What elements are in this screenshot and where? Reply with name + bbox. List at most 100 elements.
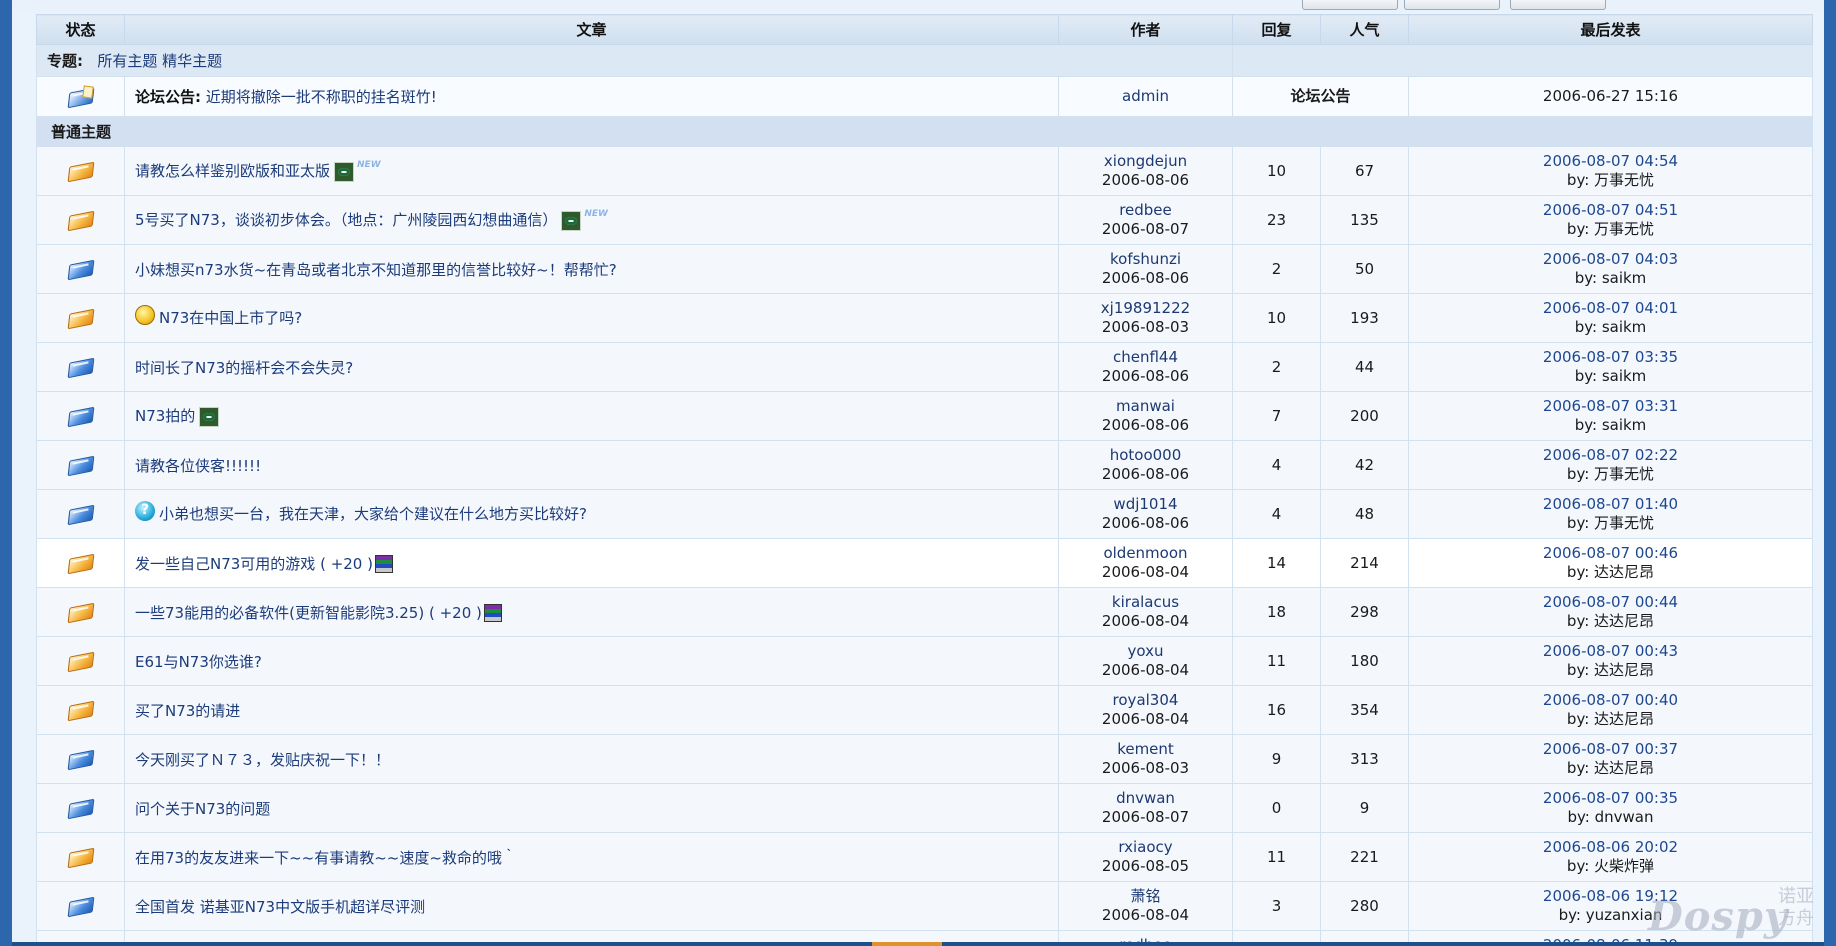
topic-author[interactable]: xiongdejun (1059, 152, 1232, 171)
topic-row[interactable]: 请教各位侠客!!!!!! hotoo000 2006-08-06 4 42 2006-08… (36, 440, 1813, 490)
hot-topic-icon (66, 649, 96, 673)
topic-author[interactable]: kofshunzi (1059, 250, 1232, 269)
last-post-date-link[interactable]: 2006-08-07 00:37 (1409, 740, 1812, 759)
category-label: 专题: (47, 52, 83, 70)
topic-row[interactable]: 全国首发 诺基亚N73中文版手机超详尽评测 萧铭 2006-08-04 3 280 200… (36, 881, 1813, 931)
topic-replies: 18 (1232, 587, 1321, 637)
topic-author[interactable]: wdj1014 (1059, 495, 1232, 514)
topic-row[interactable]: 发一些自己N73可用的游戏 ( +20 ) oldenmoon 2006-08-04… (36, 538, 1813, 588)
topic-author[interactable]: hotoo000 (1059, 446, 1232, 465)
announcement-row[interactable]: 论坛公告: 近期将撤除一批不称职的挂名斑竹! admin 论坛公告 2006-0… (36, 76, 1813, 117)
topic-row[interactable]: 买了N73的请进 royal304 2006-08-04 16 354 2006-08-0… (36, 685, 1813, 735)
last-post-date-link[interactable]: 2006-08-07 01:40 (1409, 495, 1812, 514)
topic-row[interactable]: ? 小弟也想买一台，我在天津，大家给个建议在什么地方买比较好? wdj1014 200… (36, 489, 1813, 539)
topic-icon (66, 796, 96, 820)
all-topics-link[interactable]: 所有主题 (97, 52, 157, 70)
last-post-date-link[interactable]: 2006-08-07 03:35 (1409, 348, 1812, 367)
topic-author[interactable]: chenfl44 (1059, 348, 1232, 367)
topic-author-date: 2006-08-04 (1101, 710, 1190, 728)
topic-title-link[interactable]: 买了N73的请进 (135, 702, 240, 720)
announcement-title-link[interactable]: 近期将撤除一批不称职的挂名斑竹! (206, 88, 437, 106)
topic-title-link[interactable]: N73拍的 (135, 407, 195, 425)
topic-title-link[interactable]: 小弟也想买一台，我在天津，大家给个建议在什么地方买比较好? (159, 505, 587, 523)
last-post-date-link[interactable]: 2006-08-07 04:51 (1409, 201, 1812, 220)
last-post-date-link[interactable]: 2006-08-07 04:03 (1409, 250, 1812, 269)
last-post-date-link[interactable]: 2006-08-07 00:43 (1409, 642, 1812, 661)
last-post-date-link[interactable]: 2006-08-06 20:02 (1409, 838, 1812, 857)
topic-views: 50 (1320, 244, 1409, 294)
topic-author[interactable]: redbee (1059, 201, 1232, 220)
last-post-date-link[interactable]: 2006-08-07 00:40 (1409, 691, 1812, 710)
announcement-envelope-icon (66, 84, 96, 109)
topic-author[interactable]: oldenmoon (1059, 544, 1232, 563)
col-article: 文章 (124, 14, 1059, 45)
topic-author[interactable]: xj19891222 (1059, 299, 1232, 318)
topic-author-date: 2006-08-06 (1101, 416, 1190, 434)
topic-title-link[interactable]: 问个关于N73的问题 (135, 800, 270, 818)
topic-views: 67 (1320, 146, 1409, 196)
topic-row[interactable]: N73拍的 manwai 2006-08-06 7 200 2006-08-07 03:3… (36, 391, 1813, 441)
last-post-by: by: saikm (1574, 269, 1647, 287)
last-post-date-link[interactable]: 2006-08-07 04:54 (1409, 152, 1812, 171)
topic-title-link[interactable]: 请教怎么样鉴别欧版和亚太版 (135, 162, 330, 180)
topic-row[interactable]: 今天刚买了Ｎ７３，发贴庆祝一下！！ kement 2006-08-03 9 313 200… (36, 734, 1813, 784)
topic-title-link[interactable]: N73在中国上市了吗? (159, 309, 302, 327)
topic-author-date: 2006-08-06 (1101, 465, 1190, 483)
topic-title-link[interactable]: 小妹想买n73水货~在青岛或者北京不知道那里的信誉比较好~！帮帮忙? (135, 261, 617, 279)
topic-title-link[interactable]: 时间长了N73的摇杆会不会失灵? (135, 359, 353, 377)
topic-author[interactable]: 萧铭 (1059, 887, 1232, 906)
watermark-main: Dospy (1648, 893, 1789, 940)
last-post-by: by: 达达尼昂 (1566, 612, 1655, 630)
topic-row[interactable]: 时间长了N73的摇杆会不会失灵? chenfl44 2006-08-06 2 44 200… (36, 342, 1813, 392)
new-poll-button[interactable] (1404, 0, 1500, 10)
topic-row[interactable]: 在用73的友友进来一下~~有事请教~~速度~救命的哦｀ rxiaocy 2006-0… (36, 832, 1813, 882)
topic-title-link[interactable]: 在用73的友友进来一下~~有事请教~~速度~救命的哦｀ (135, 849, 517, 867)
topic-icon (66, 747, 96, 771)
topic-row[interactable]: 问个关于N73的问题 dnvwan 2006-08-07 0 9 2006-08-07 0… (36, 783, 1813, 833)
topic-title-link[interactable]: 请教各位侠客!!!!!! (135, 457, 261, 475)
announcement-author[interactable]: admin (1058, 76, 1233, 117)
topic-row[interactable]: 小妹想买n73水货~在青岛或者北京不知道那里的信誉比较好~！帮帮忙? kofshu… (36, 244, 1813, 294)
topic-title-link[interactable]: 一些73能用的必备软件(更新智能影院3.25) ( +20 ) (135, 604, 482, 622)
topic-views: 42 (1320, 440, 1409, 490)
last-post-date-link[interactable]: 2006-08-07 00:44 (1409, 593, 1812, 612)
announcement-label: 论坛公告: (135, 88, 201, 106)
last-post-by: by: saikm (1574, 367, 1647, 385)
col-last-post: 最后发表 (1408, 14, 1813, 45)
last-post-date-link[interactable]: 2006-08-07 02:22 (1409, 446, 1812, 465)
topic-replies: 10 (1232, 293, 1321, 343)
topic-author[interactable]: kement (1059, 740, 1232, 759)
last-post-date-link[interactable]: 2006-08-07 00:46 (1409, 544, 1812, 563)
section-row: 普通主题 (36, 116, 1813, 147)
topic-row[interactable]: N73在中国上市了吗? xj19891222 2006-08-03 10 193 2006… (36, 293, 1813, 343)
topic-views: 298 (1320, 587, 1409, 637)
featured-topics-link[interactable]: 精华主题 (162, 52, 222, 70)
topic-row[interactable]: E61与N73你选谁? yoxu 2006-08-04 11 180 2006-08-07… (36, 636, 1813, 686)
new-topic-button[interactable] (1302, 0, 1398, 10)
topic-author-date: 2006-08-05 (1101, 857, 1190, 875)
topic-author[interactable]: manwai (1059, 397, 1232, 416)
topic-title-link[interactable]: 发一些自己N73可用的游戏 ( +20 ) (135, 555, 373, 573)
topic-row[interactable]: 请教怎么样鉴别欧版和亚太版 NEW xiongdejun 2006-08-06 10 67… (36, 146, 1813, 196)
last-post-date-link[interactable]: 2006-08-07 03:31 (1409, 397, 1812, 416)
topic-title-link[interactable]: 今天刚买了Ｎ７３，发贴庆祝一下！！ (135, 751, 390, 769)
topic-title-link[interactable]: 全国首发 诺基亚N73中文版手机超详尽评测 (135, 898, 425, 916)
topic-title-link[interactable]: 5号买了N73，谈谈初步体会。（地点：广州陵园西幻想曲通信） (135, 211, 557, 229)
new-trade-button[interactable] (1510, 0, 1606, 10)
hot-topic-icon (66, 208, 96, 232)
topic-author[interactable]: yoxu (1059, 642, 1232, 661)
topic-author[interactable]: rxiaocy (1059, 838, 1232, 857)
last-post-by: by: 万事无忧 (1566, 171, 1655, 189)
topic-row[interactable]: 5号买了N73，谈谈初步体会。（地点：广州陵园西幻想曲通信） NEW redbee 2… (36, 195, 1813, 245)
topic-replies: 9 (1232, 734, 1321, 784)
topic-icon (66, 502, 96, 526)
topic-title-link[interactable]: E61与N73你选谁? (135, 653, 262, 671)
last-post-date-link[interactable]: 2006-08-07 00:35 (1409, 789, 1812, 808)
last-post-date-link[interactable]: 2006-08-07 04:01 (1409, 299, 1812, 318)
topic-author-date: 2006-08-06 (1101, 514, 1190, 532)
topic-author[interactable]: dnvwan (1059, 789, 1232, 808)
topic-author[interactable]: royal304 (1059, 691, 1232, 710)
topic-row[interactable]: 一些73能用的必备软件(更新智能影院3.25) ( +20 ) kiralacus… (36, 587, 1813, 637)
archive-attachment-icon (483, 604, 502, 622)
topic-author[interactable]: kiralacus (1059, 593, 1232, 612)
